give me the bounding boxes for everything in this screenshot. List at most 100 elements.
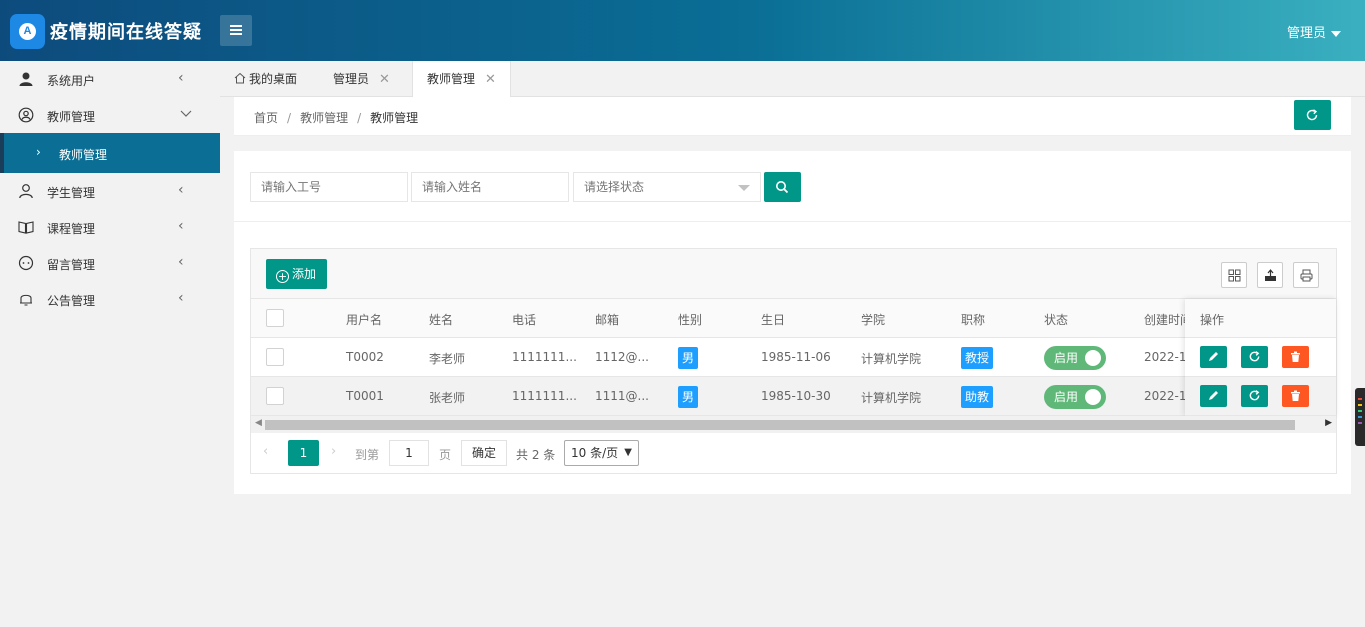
cell-username: T0001 (346, 389, 384, 403)
reset-button[interactable] (1241, 346, 1268, 368)
home-icon (234, 72, 246, 84)
pencil-icon (1209, 352, 1218, 361)
tab-desktop[interactable]: 我的桌面 (220, 61, 311, 97)
cell-name: 李老师 (429, 352, 466, 366)
column-header[interactable]: 生日 (761, 311, 785, 328)
scroll-left-icon[interactable]: ◀ (255, 418, 262, 428)
sidebar-item-teachers[interactable]: 教师管理 (0, 97, 220, 133)
horizontal-scrollbar[interactable]: ◀ ▶ (251, 416, 1336, 433)
sidebar-item-announcements[interactable]: 公告管理 ‹ (0, 281, 220, 317)
user-icon (19, 72, 33, 86)
total-count: 共 2 条 (516, 448, 556, 462)
reset-button[interactable] (1241, 385, 1268, 407)
row-checkbox[interactable] (266, 348, 284, 366)
page-1-button[interactable]: 1 (288, 440, 319, 466)
add-button[interactable]: + 添加 (266, 259, 327, 289)
goto-page-input[interactable]: 1 (389, 440, 429, 466)
main-panel: 请输入工号 请输入姓名 请选择状态 + 添加 用户名 姓名 电话 邮箱 性别 生… (234, 151, 1351, 494)
actions-column: 操作 (1185, 299, 1336, 416)
sidebar-item-label: 课程管理 (47, 222, 96, 236)
sidebar-item-label: 系统用户 (47, 74, 96, 88)
print-icon (1300, 269, 1313, 282)
column-header[interactable]: 邮箱 (595, 311, 619, 328)
teacher-id-input[interactable]: 请输入工号 (250, 172, 408, 202)
status-toggle[interactable]: 启用 (1044, 385, 1106, 409)
sidebar-subitem-teacher-management[interactable]: › 教师管理 (0, 133, 220, 173)
row-checkbox[interactable] (266, 387, 284, 405)
delete-button[interactable] (1282, 346, 1309, 368)
app-logo: A (10, 14, 45, 49)
column-header[interactable]: 学院 (861, 311, 885, 328)
sidebar-item-system-users[interactable]: 系统用户 ‹ (0, 61, 220, 97)
chevron-left-icon: ‹ (178, 254, 184, 270)
table-row[interactable]: T0002 李老师 1111111... 1112@... 男 1985-11-… (251, 338, 1336, 377)
export-button[interactable] (1257, 262, 1283, 288)
column-header[interactable]: 状态 (1044, 311, 1068, 328)
tab-teacher-management[interactable]: 教师管理 ✕ (412, 61, 511, 98)
cell-username: T0002 (346, 350, 384, 364)
goto-confirm-button[interactable]: 确定 (461, 440, 507, 466)
tab-label: 管理员 (333, 72, 370, 86)
cell-name: 张老师 (429, 391, 466, 405)
export-icon (1265, 269, 1276, 281)
user-menu[interactable]: 管理员 (1287, 22, 1341, 41)
status-toggle[interactable]: 启用 (1044, 346, 1106, 370)
trash-icon (1291, 351, 1300, 362)
scrollbar-thumb[interactable] (265, 420, 1295, 430)
trash-icon (1291, 390, 1300, 401)
page-size-select[interactable]: 10 条/页 ▼ (564, 440, 639, 466)
message-icon (18, 255, 34, 271)
close-icon[interactable]: ✕ (485, 72, 496, 87)
select-all-checkbox[interactable] (266, 309, 284, 327)
column-header[interactable]: 用户名 (346, 311, 382, 328)
status-select[interactable]: 请选择状态 (573, 172, 761, 202)
sidebar-item-label: 教师管理 (47, 110, 96, 124)
refresh-button[interactable] (1294, 100, 1331, 130)
tab-label: 我的桌面 (249, 72, 298, 86)
menu-toggle-button[interactable] (220, 15, 252, 46)
sidebar-subitem-label: 教师管理 (59, 148, 108, 162)
sidebar-item-messages[interactable]: 留言管理 ‹ (0, 245, 220, 281)
column-header-actions: 操作 (1200, 313, 1225, 327)
plus-circle-icon: + (276, 270, 289, 283)
sidebar-item-courses[interactable]: 课程管理 ‹ (0, 209, 220, 245)
next-page-button[interactable]: › (331, 444, 336, 459)
column-header[interactable]: 性别 (678, 311, 702, 328)
caret-down-icon (738, 185, 750, 191)
breadcrumb-home[interactable]: 首页 (254, 111, 278, 125)
top-header: A 疫情期间在线答疑 管理员 (0, 0, 1365, 61)
sidebar-item-label: 学生管理 (47, 186, 96, 200)
sidebar-item-students[interactable]: 学生管理 ‹ (0, 173, 220, 209)
breadcrumb: 首页 / 教师管理 / 教师管理 (254, 111, 419, 125)
columns-icon (1228, 269, 1241, 282)
column-header[interactable]: 姓名 (429, 311, 453, 328)
breadcrumb-bar: 首页 / 教师管理 / 教师管理 (234, 97, 1351, 136)
user-outline-icon (19, 184, 33, 199)
table-row[interactable]: T0001 张老师 1111111... 1111@... 男 1985-10-… (251, 377, 1336, 416)
edit-button[interactable] (1200, 385, 1227, 407)
column-header[interactable]: 职称 (961, 311, 985, 328)
search-icon (776, 181, 789, 194)
scroll-right-icon[interactable]: ▶ (1325, 418, 1332, 428)
refresh-icon (1249, 390, 1260, 401)
teacher-name-input[interactable]: 请输入姓名 (411, 172, 569, 202)
prev-page-button[interactable]: ‹ (263, 444, 268, 459)
breadcrumb-section[interactable]: 教师管理 (300, 111, 348, 125)
print-button[interactable] (1293, 262, 1319, 288)
columns-filter-button[interactable] (1221, 262, 1247, 288)
cell-college: 计算机学院 (861, 391, 922, 405)
pagination: ‹ 1 › 到第 1 页 确定 共 2 条 10 条/页 ▼ (251, 433, 1336, 473)
tab-admin[interactable]: 管理员 ✕ (319, 61, 404, 97)
edit-button[interactable] (1200, 346, 1227, 368)
search-button[interactable] (764, 172, 801, 202)
tab-bar: 我的桌面 管理员 ✕ 教师管理 ✕ (220, 61, 1365, 98)
app-title: 疫情期间在线答疑 (50, 22, 202, 43)
close-icon[interactable]: ✕ (379, 72, 390, 87)
hamburger-icon (230, 25, 242, 27)
tab-label: 教师管理 (427, 72, 476, 86)
caret-down-icon (1331, 30, 1341, 37)
delete-button[interactable] (1282, 385, 1309, 407)
side-widget[interactable] (1355, 388, 1365, 446)
user-circle-icon (18, 107, 34, 123)
column-header[interactable]: 电话 (512, 311, 536, 328)
